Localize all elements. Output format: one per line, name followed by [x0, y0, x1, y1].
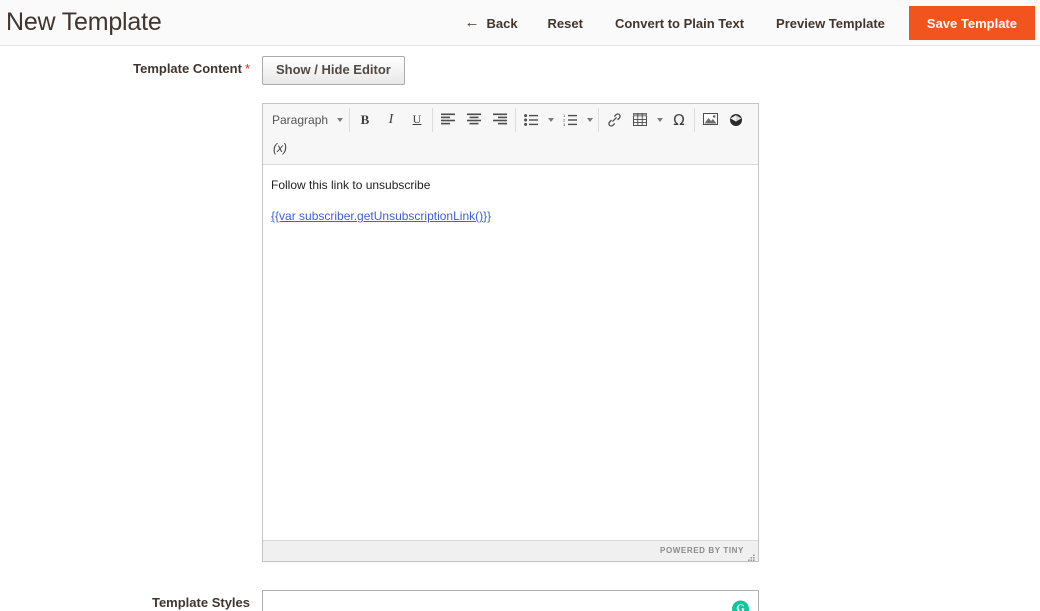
svg-text:3: 3 — [563, 122, 566, 126]
align-center-icon[interactable] — [461, 108, 487, 132]
italic-glyph: I — [388, 111, 394, 127]
italic-icon[interactable]: I — [378, 108, 404, 132]
underline-icon[interactable]: U — [404, 108, 430, 132]
editor-statusbar: POWERED BY TINY — [263, 539, 758, 561]
image-icon[interactable] — [697, 108, 723, 132]
underline-glyph: U — [412, 112, 422, 127]
template-styles-label: Template Styles — [151, 594, 250, 610]
show-hide-editor-button[interactable]: Show / Hide Editor — [262, 56, 405, 85]
editor-link-paragraph: {{var subscriber.getUnsubscriptionLink()… — [271, 208, 750, 225]
required-marker: * — [244, 61, 250, 76]
chevron-down-icon — [656, 117, 663, 122]
tinymce-editor: Paragraph B I U 1 2 3 Ω (x) Follow this … — [262, 102, 759, 562]
link-icon[interactable] — [601, 108, 627, 132]
template-content-control: Show / Hide Editor Paragraph B I U 1 2 3… — [262, 56, 1040, 562]
toolbar-group-insert: Ω — [599, 107, 695, 132]
omega-glyph: Ω — [673, 110, 685, 129]
special-character-icon[interactable]: Ω — [666, 108, 692, 132]
unsubscribe-variable-link[interactable]: {{var subscriber.getUnsubscriptionLink()… — [271, 209, 491, 223]
page-header: New Template ← Back Reset Convert to Pla… — [0, 0, 1040, 46]
chevron-down-icon — [547, 117, 554, 122]
chevron-down-icon — [337, 117, 343, 122]
editor-toolbar-row-2: (x) — [265, 134, 756, 162]
template-styles-control: G — [262, 589, 1040, 611]
editor-toolbar-row-1: Paragraph B I U 1 2 3 Ω — [265, 106, 756, 134]
preview-template-button[interactable]: Preview Template — [760, 0, 901, 46]
template-styles-textarea[interactable]: G — [262, 589, 759, 611]
align-left-icon[interactable] — [435, 108, 461, 132]
form-body: Template Content * Show / Hide Editor Par… — [0, 46, 1040, 611]
template-content-label: Template Content * — [0, 56, 262, 76]
bullet-list-icon[interactable] — [518, 108, 544, 132]
toolbar-group-inline: B I U — [350, 107, 433, 132]
template-content-label-text: Template Content — [133, 61, 242, 76]
preview-template-label: Preview Template — [776, 15, 885, 31]
toolbar-group-format: Paragraph — [265, 107, 350, 132]
editor-content-area[interactable]: Follow this link to unsubscribe {{var su… — [263, 164, 758, 540]
header-actions: ← Back Reset Convert to Plain Text Previ… — [452, 0, 1040, 46]
save-template-label: Save Template — [926, 15, 1017, 31]
chevron-down-icon — [586, 117, 593, 122]
editor-paragraph: Follow this link to unsubscribe — [271, 177, 431, 192]
toolbar-group-lists: 1 2 3 — [516, 107, 599, 132]
editor-toolbar: Paragraph B I U 1 2 3 Ω (x) — [263, 103, 758, 165]
save-template-button[interactable]: Save Template — [908, 6, 1035, 40]
field-template-content: Template Content * Show / Hide Editor Par… — [0, 56, 1040, 562]
field-template-styles: Template Styles G — [0, 589, 1040, 611]
back-button-label: Back — [486, 15, 518, 31]
grammarly-icon[interactable]: G — [732, 600, 749, 611]
variable-icon[interactable]: (x) — [265, 136, 293, 160]
arrow-left-icon: ← — [464, 13, 480, 31]
numbered-list-icon[interactable]: 1 2 3 — [557, 108, 583, 132]
toolbar-group-media — [695, 108, 751, 132]
variable-glyph: (x) — [273, 140, 287, 155]
convert-to-plain-text-label: Convert to Plain Text — [614, 15, 745, 31]
reset-button-label: Reset — [547, 15, 583, 31]
toolbar-group-align — [433, 107, 516, 132]
bold-icon[interactable]: B — [352, 108, 378, 132]
powered-by-label: POWERED BY TINY — [660, 546, 744, 556]
reset-button[interactable]: Reset — [532, 0, 599, 46]
page-title: New Template — [6, 8, 162, 36]
back-button[interactable]: ← Back — [452, 0, 531, 46]
format-select[interactable]: Paragraph — [267, 108, 347, 132]
editor-resize-handle[interactable] — [746, 550, 756, 561]
bold-glyph: B — [360, 111, 370, 127]
align-right-icon[interactable] — [487, 108, 513, 132]
format-select-value: Paragraph — [272, 112, 329, 127]
numbered-list-dropdown[interactable] — [583, 108, 596, 132]
bullet-list-dropdown[interactable] — [544, 108, 557, 132]
widget-icon[interactable] — [723, 108, 749, 132]
table-dropdown[interactable] — [653, 108, 666, 132]
table-icon[interactable] — [627, 108, 653, 132]
convert-to-plain-text-button[interactable]: Convert to Plain Text — [599, 0, 760, 46]
